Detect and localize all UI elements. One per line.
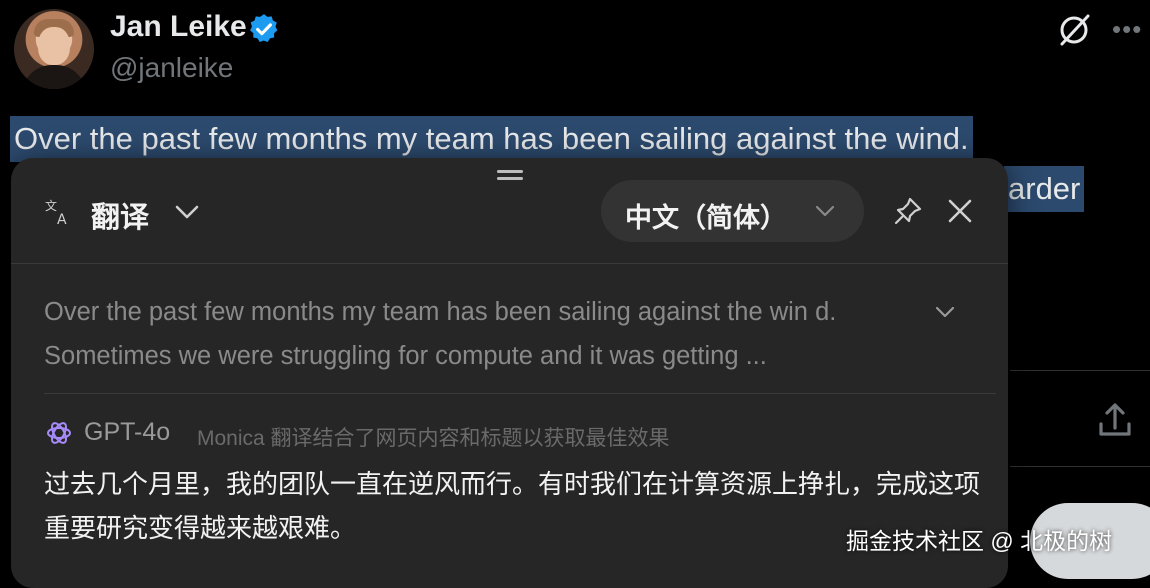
pin-icon[interactable] — [893, 196, 923, 226]
divider — [44, 393, 996, 394]
verified-badge-icon — [250, 14, 278, 43]
drag-handle[interactable] — [497, 170, 523, 180]
target-language-label: 中文（简体） — [625, 203, 787, 233]
display-name[interactable]: Jan Leike — [110, 10, 247, 44]
model-note: Monica 翻译结合了网页内容和标题以获取最佳效果 — [197, 427, 670, 450]
tweet-text-line: Over the past few months my team has bee… — [10, 116, 973, 162]
chevron-down-icon[interactable] — [173, 198, 201, 226]
target-language-select[interactable]: 中文（简体） — [601, 180, 864, 242]
watermark: 掘金技术社区 @ 北极的树 — [846, 528, 1113, 554]
translation-result: 过去几个月里，我的团队一直在逆风而行。有时我们在计算资源上挣扎，完成这项重要研究… — [44, 469, 981, 543]
chevron-down-icon — [815, 205, 835, 217]
source-text: Over the past few months my team has bee… — [44, 298, 837, 370]
tweet-text-fragment: arder — [1004, 166, 1085, 212]
divider — [1010, 466, 1150, 467]
model-name: GPT-4o — [84, 418, 171, 446]
more-icon[interactable]: ••• — [1112, 16, 1142, 42]
translate-icon: 文 A — [45, 198, 67, 226]
gpt-icon — [47, 422, 71, 444]
svg-text:文: 文 — [45, 198, 57, 213]
user-handle[interactable]: @janleike — [110, 52, 233, 84]
divider — [1010, 370, 1150, 371]
svg-text:A: A — [57, 212, 67, 226]
divider — [11, 263, 1008, 264]
grok-off-icon[interactable] — [1054, 10, 1094, 50]
share-icon[interactable] — [1096, 400, 1134, 440]
panel-title[interactable]: 翻译 — [91, 194, 149, 236]
chevron-down-icon[interactable] — [933, 300, 957, 324]
close-icon[interactable] — [947, 198, 973, 224]
avatar[interactable] — [14, 9, 94, 89]
